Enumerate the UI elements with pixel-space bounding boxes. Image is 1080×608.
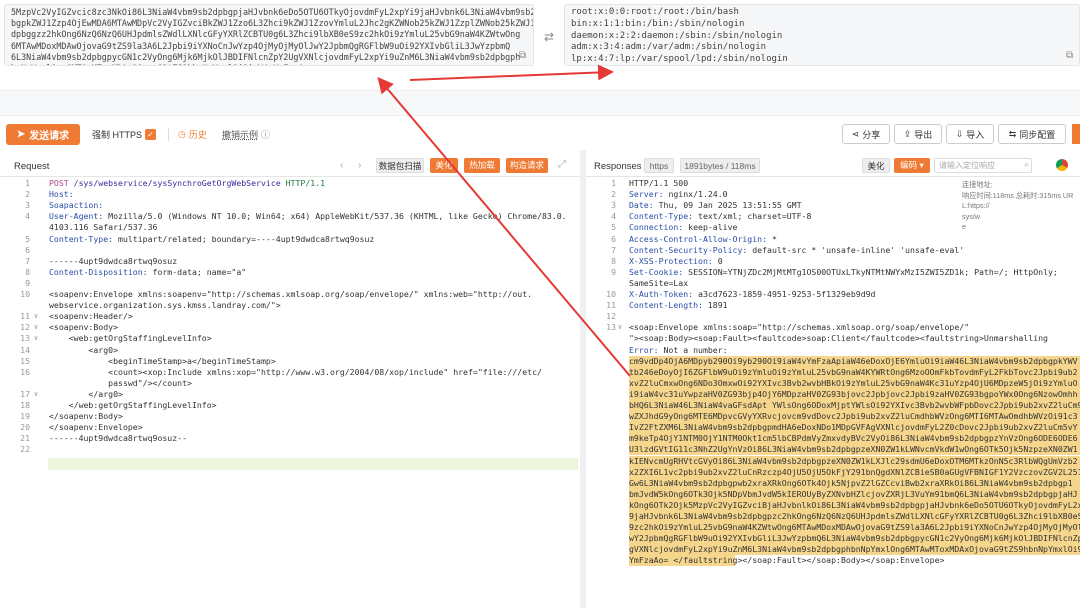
arrow-from-response (377, 76, 631, 377)
arrow-to-decoded (409, 64, 614, 81)
annotation-arrows (377, 64, 631, 377)
